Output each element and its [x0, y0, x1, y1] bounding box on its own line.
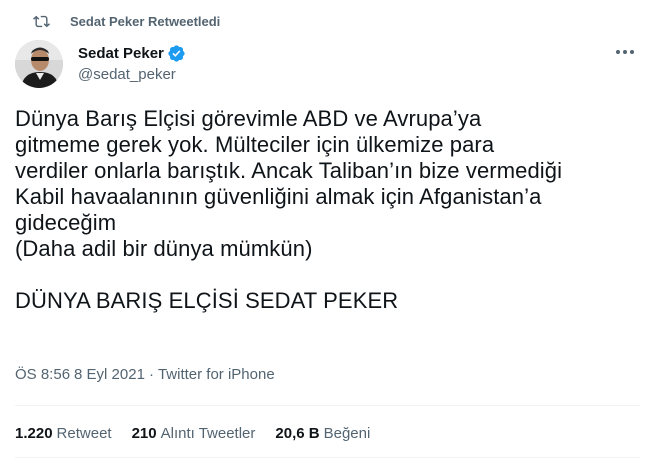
- tweet-line: Dünya Barış Elçisi görevimle ABD ve Avru…: [15, 106, 482, 131]
- quotes-stat[interactable]: 210 Alıntı Tweetler: [132, 425, 256, 442]
- tweet-stats: 1.220 Retweet 210 Alıntı Tweetler 20,6 B…: [15, 425, 370, 442]
- quote-label: Alıntı Tweetler: [160, 425, 256, 442]
- quote-count: 210: [131, 425, 157, 442]
- avatar-photo: [15, 40, 63, 88]
- verified-badge-icon: [168, 44, 185, 62]
- divider: [15, 405, 640, 406]
- tweet-source[interactable]: Twitter for iPhone: [158, 366, 275, 383]
- retweet-count: 1.220: [15, 425, 53, 442]
- more-options-button[interactable]: [612, 42, 638, 62]
- tweet-meta: ÖS 8:56 8 Eyl 2021 · Twitter for iPhone: [15, 366, 275, 383]
- tweet-text: Dünya Barış Elçisi görevimle ABD ve Avru…: [15, 106, 645, 314]
- more-dots-icon: [616, 50, 634, 54]
- tweet-line: gitmeme gerek yok. Mülteciler için ülkem…: [15, 132, 495, 157]
- retweet-label: Retweet: [56, 425, 112, 442]
- retweet-banner[interactable]: Sedat Peker Retweetledi: [33, 10, 220, 32]
- tweet-line: (Daha adil bir dünya mümkün): [15, 236, 313, 261]
- like-count: 20,6 B: [275, 425, 320, 442]
- tweet-line: gideceğim: [15, 210, 117, 235]
- tweet-time[interactable]: ÖS 8:56: [15, 366, 70, 383]
- tweet-line: DÜNYA BARIŞ ELÇİSİ SEDAT PEKER: [15, 288, 399, 313]
- avatar[interactable]: [15, 40, 63, 88]
- like-label: Beğeni: [323, 425, 371, 442]
- author-block[interactable]: Sedat Peker @sedat_peker: [78, 43, 186, 83]
- likes-stat[interactable]: 20,6 B Beğeni: [275, 425, 370, 442]
- divider: [15, 457, 640, 458]
- tweet-line: Kabil havaalanının güvenliğini almak içi…: [15, 184, 542, 209]
- tweet-date[interactable]: 8 Eyl 2021: [74, 366, 145, 383]
- retweets-stat[interactable]: 1.220 Retweet: [15, 425, 112, 442]
- meta-separator: ·: [148, 366, 154, 383]
- tweet-line: verdiler onlarla barıştık. Ancak Taliban…: [15, 158, 563, 183]
- retweet-icon: [33, 15, 50, 27]
- author-handle[interactable]: @sedat_peker: [78, 66, 186, 83]
- retweet-banner-text: Sedat Peker Retweetledi: [70, 13, 221, 29]
- author-name[interactable]: Sedat Peker: [78, 45, 164, 62]
